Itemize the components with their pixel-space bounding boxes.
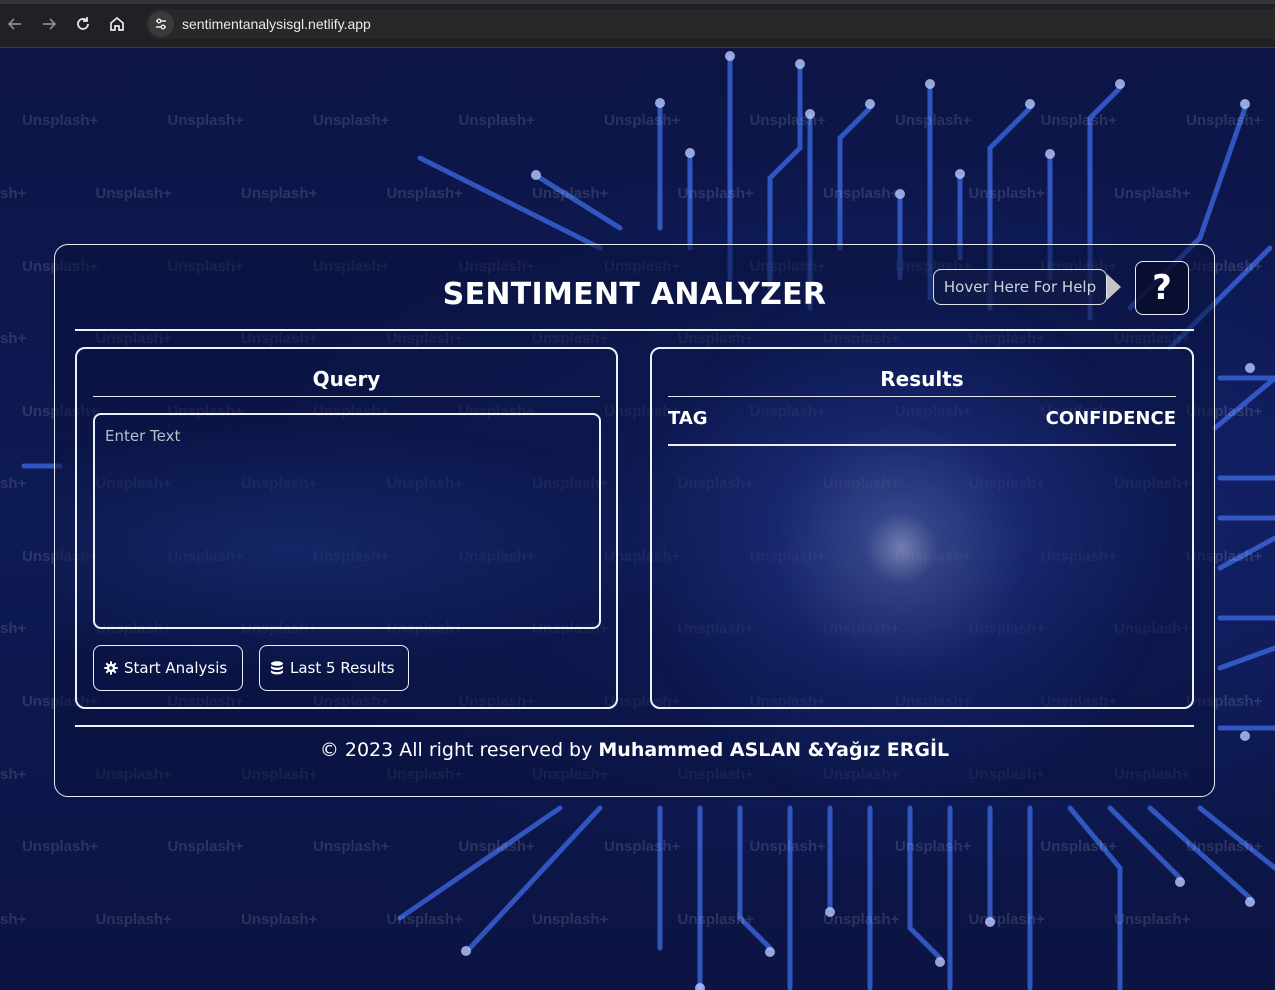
authors-text: Muhammed ASLAN &Yağız ERGİL [598,739,950,761]
results-panel-title: Results [880,367,964,391]
watermark-text: Unsplash+ [604,838,681,855]
query-panel: Query Start Analysis [75,347,618,709]
tag-column-header: TAG [668,408,708,429]
results-panel: Results TAG CONFIDENCE [650,347,1194,709]
watermark-text: Unsplash+ [1040,838,1117,855]
query-text-input[interactable] [93,413,601,629]
watermark-text: Unsplash+ [1114,911,1191,928]
watermark-text: Unsplash+ [823,911,900,928]
results-panel-divider [668,396,1176,397]
watermark-text: Unsplash+ [604,112,681,129]
home-icon[interactable] [106,13,128,35]
forward-arrow-icon[interactable] [38,13,60,35]
watermark-text: Unsplash+ [0,911,27,928]
watermark-text: Unsplash+ [167,838,244,855]
watermark-text: Unsplash+ [895,838,972,855]
watermark-text: Unsplash+ [1186,838,1263,855]
watermark-text: Unsplash+ [968,911,1045,928]
copyright-text: © 2023 All right reserved by [319,739,599,761]
header-divider [75,329,1194,331]
watermark-text: Unsplash+ [313,112,390,129]
watermark-text: Unsplash+ [1114,185,1191,202]
sentiment-analyzer-card: SENTIMENT ANALYZER Hover Here For Help ?… [54,244,1215,797]
results-header-divider [668,444,1176,446]
help-button[interactable]: ? [1135,261,1189,315]
watermark-text: Unsplash+ [532,911,609,928]
watermark-text: Unsplash+ [22,112,99,129]
watermark-text: Unsplash+ [241,185,318,202]
start-analysis-button[interactable]: Start Analysis [93,645,243,691]
watermark-text: Unsplash+ [823,185,900,202]
watermark-text: Unsplash+ [241,911,318,928]
database-icon [271,661,283,675]
watermark-text: Unsplash+ [0,620,27,637]
watermark-text: Unsplash+ [22,838,99,855]
watermark-text: Unsplash+ [895,112,972,129]
watermark-text: Unsplash+ [677,911,754,928]
reload-icon[interactable] [72,13,94,35]
watermark-text: Unsplash+ [0,185,27,202]
help-hint-label[interactable]: Hover Here For Help [933,269,1107,305]
start-analysis-label: Start Analysis [124,659,228,677]
watermark-text: Unsplash+ [386,911,463,928]
watermark-text: Unsplash+ [313,838,390,855]
watermark-text: Unsplash+ [749,838,826,855]
footer-divider [75,725,1194,727]
watermark-text: Unsplash+ [95,911,172,928]
watermark-text: Unsplash+ [95,185,172,202]
watermark-text: Unsplash+ [968,185,1045,202]
url-text[interactable]: sentimentanalysisgl.netlify.app [182,16,371,32]
query-panel-divider [93,396,600,397]
address-bar[interactable]: sentimentanalysisgl.netlify.app [145,9,1275,39]
confidence-column-header: CONFIDENCE [1045,408,1176,429]
watermark-text: Unsplash+ [386,185,463,202]
help-hint-arrow-icon [1107,274,1121,300]
watermark-text: Unsplash+ [1186,112,1263,129]
results-table-header: TAG CONFIDENCE [668,408,1176,429]
watermark-text: Unsplash+ [0,766,27,783]
watermark-text: Unsplash+ [1040,112,1117,129]
watermark-text: Unsplash+ [677,185,754,202]
watermark-text: Unsplash+ [458,838,535,855]
watermark-text: Unsplash+ [167,112,244,129]
watermark-text: Unsplash+ [749,112,826,129]
last-5-results-button[interactable]: Last 5 Results [259,645,409,691]
footer-copyright: © 2023 All right reserved by Muhammed AS… [55,739,1214,761]
browser-toolbar: sentimentanalysisgl.netlify.app [0,0,1275,48]
watermark-text: Unsplash+ [0,330,27,347]
watermark-text: Unsplash+ [532,185,609,202]
watermark-text: Unsplash+ [458,112,535,129]
query-panel-title: Query [312,367,381,391]
watermark-text: Unsplash+ [0,475,27,492]
site-info-icon[interactable] [148,11,174,37]
gear-icon [104,661,118,675]
back-arrow-icon[interactable] [4,13,26,35]
last-5-results-label: Last 5 Results [290,659,395,677]
